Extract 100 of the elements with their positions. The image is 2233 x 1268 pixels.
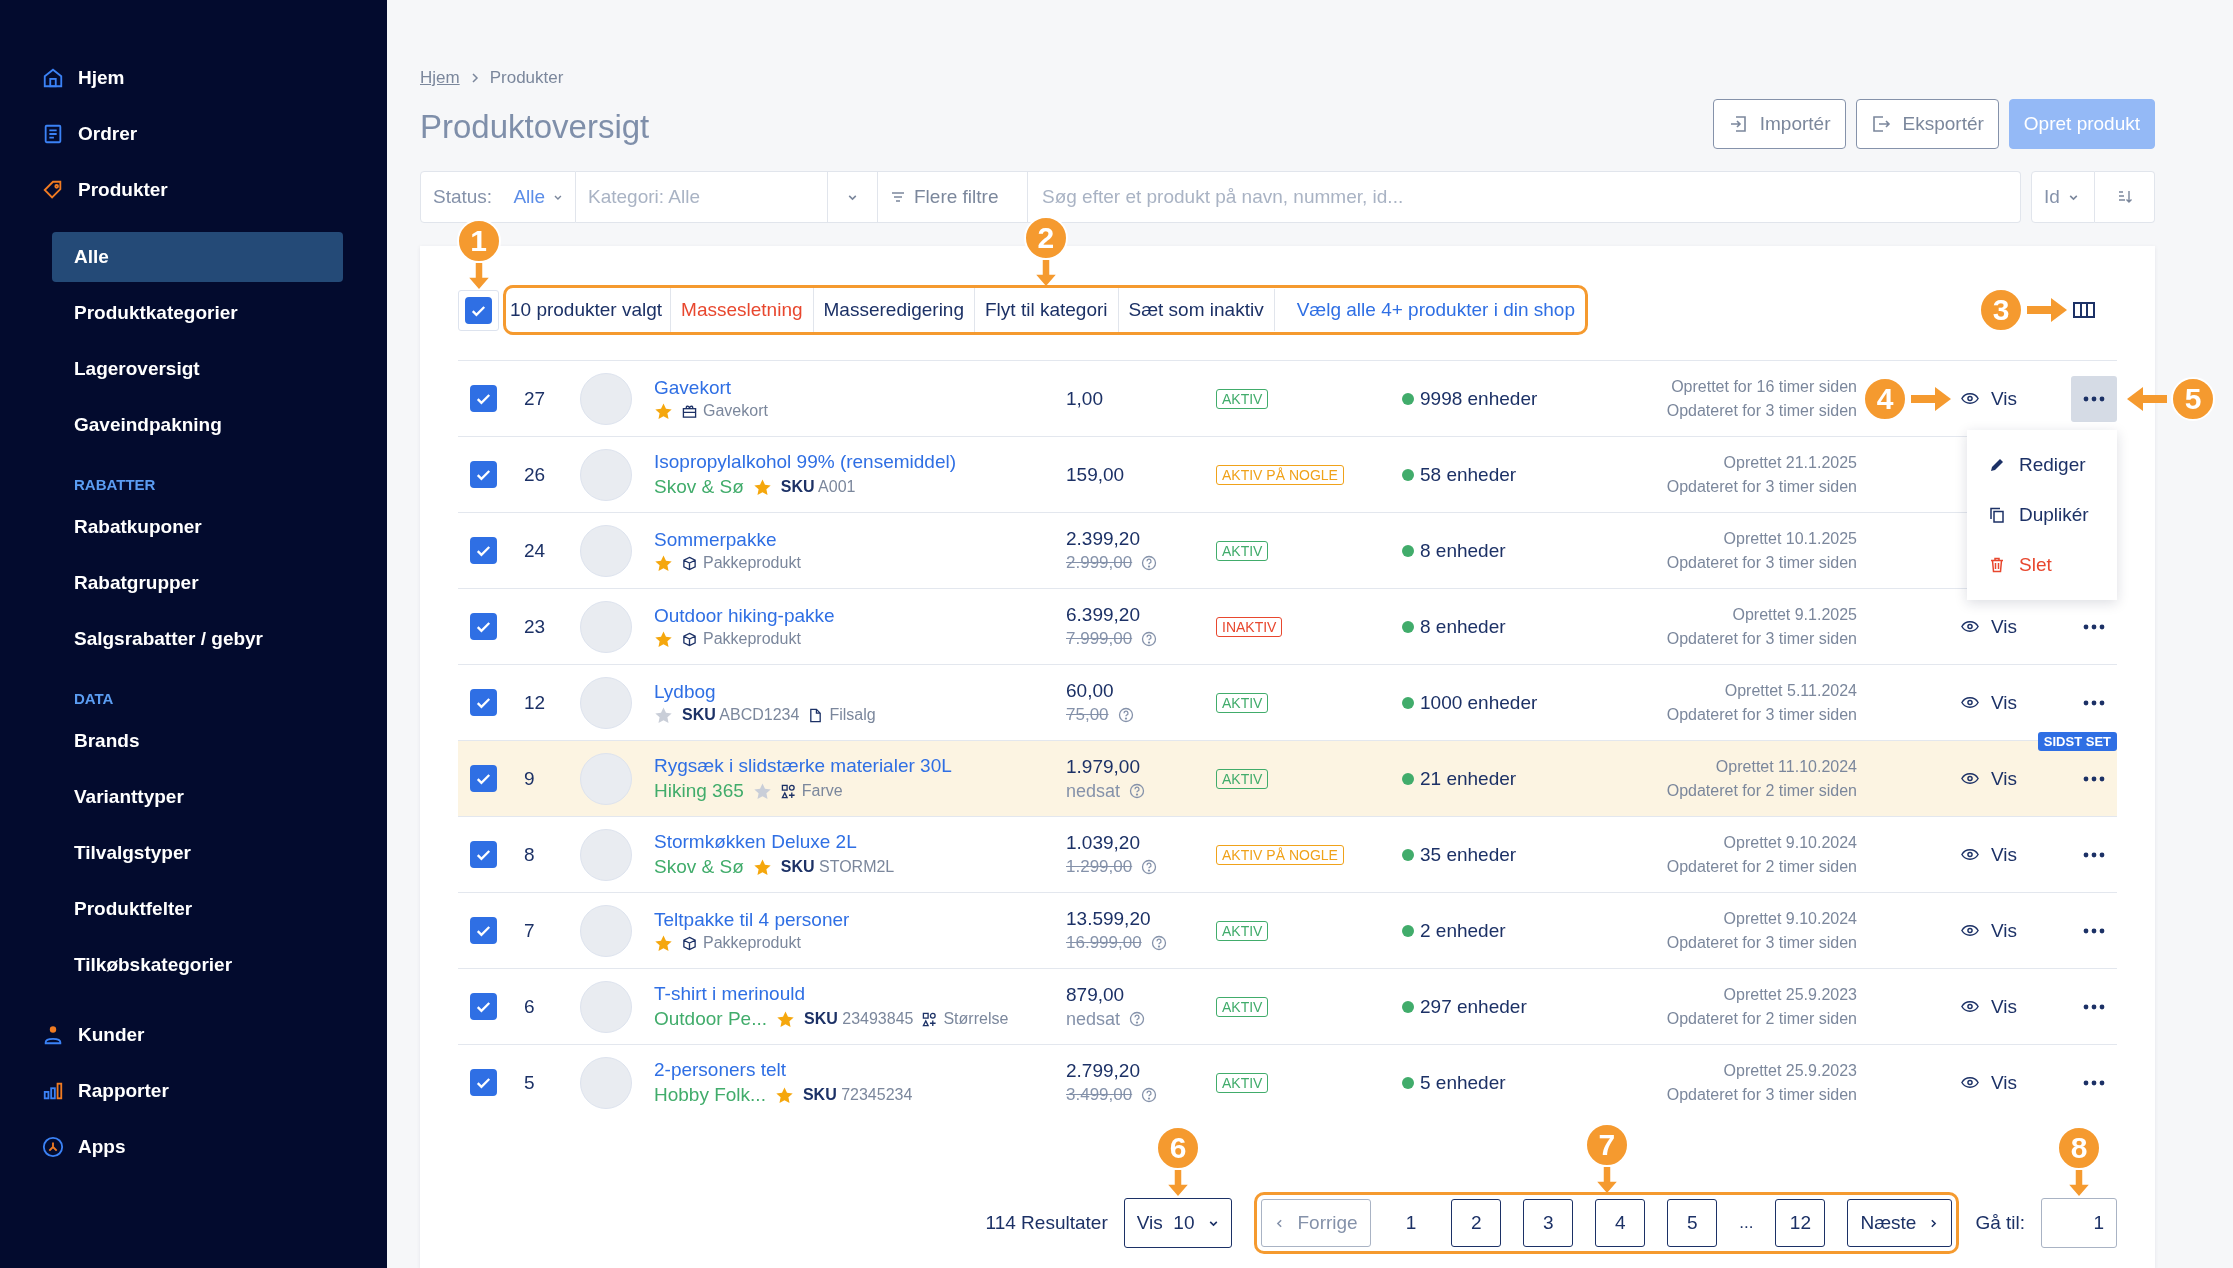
product-name-link[interactable]: Isopropylalkohol 99% (rensemiddel) xyxy=(654,451,1066,473)
nav-item[interactable]: Hjem xyxy=(0,50,387,106)
created-date: Oprettet 11.10.2024 xyxy=(1715,757,1857,776)
columns-icon[interactable] xyxy=(2073,302,2095,318)
product-name-link[interactable]: Teltpakke til 4 personer xyxy=(654,908,1066,931)
view-button[interactable]: Vis xyxy=(1957,1067,2022,1098)
view-button[interactable]: Vis xyxy=(1957,915,2022,946)
page-button[interactable]: 2 xyxy=(1451,1199,1502,1247)
nav-subitem[interactable]: Tilvalgstyper xyxy=(52,828,343,878)
row-checkbox[interactable] xyxy=(470,537,497,564)
select-all-link[interactable]: Vælg alle 4+ produkter i din shop xyxy=(1273,289,1583,331)
nav-subitem[interactable]: Rabatgrupper xyxy=(52,558,343,608)
nav-item[interactable]: Produkter xyxy=(0,162,387,218)
goto-page-field[interactable]: 1 xyxy=(2041,1198,2117,1248)
more-filters-button[interactable]: Flere filtre xyxy=(878,171,1028,223)
created-date: Oprettet 21.1.2025 xyxy=(1723,453,1857,472)
view-button[interactable]: Vis xyxy=(1957,687,2022,718)
star-icon[interactable] xyxy=(654,629,673,649)
row-checkbox[interactable] xyxy=(470,841,497,868)
row-checkbox[interactable] xyxy=(470,917,497,944)
page-button[interactable]: 1 xyxy=(1392,1199,1430,1247)
view-button[interactable]: Vis xyxy=(1957,383,2022,414)
product-name-link[interactable]: T-shirt i merinould xyxy=(654,983,1066,1005)
product-name-link[interactable]: Sommerpakke xyxy=(654,528,1066,551)
export-button[interactable]: Eksportér xyxy=(1855,99,1999,149)
sort-icon xyxy=(2116,189,2133,205)
page-title: Produktoversigt xyxy=(420,107,650,147)
view-button[interactable]: Vis xyxy=(1957,991,2022,1022)
star-icon[interactable] xyxy=(654,553,673,573)
product-name-link[interactable]: Lydbog xyxy=(654,680,1066,703)
menu-item[interactable]: Rediger xyxy=(1967,439,2117,490)
goto-label: Gå til: xyxy=(1975,1212,2025,1234)
product-name-link[interactable]: Rygsæk i slidstærke materialer 30L xyxy=(654,755,1066,777)
view-button[interactable]: Vis xyxy=(1957,763,2022,794)
star-icon[interactable] xyxy=(752,857,772,877)
nav-subitem[interactable]: Varianttyper xyxy=(52,772,343,822)
help-icon[interactable] xyxy=(1150,935,1167,951)
nav-subitem[interactable]: Salgsrabatter / gebyr xyxy=(52,614,343,664)
help-icon[interactable] xyxy=(1141,555,1158,571)
eye-icon xyxy=(1961,1000,1979,1013)
row-checkbox[interactable] xyxy=(470,613,497,640)
more-button[interactable] xyxy=(2071,375,2117,422)
price: 1.979,00 xyxy=(1066,755,1141,778)
page-button[interactable]: 3 xyxy=(1523,1199,1574,1247)
nav-heading: DATA xyxy=(73,688,115,709)
callout-number: 6 xyxy=(1156,1126,1201,1170)
nav-subitem[interactable]: Alle xyxy=(52,232,343,282)
view-button[interactable]: Vis xyxy=(1957,611,2022,642)
help-icon[interactable] xyxy=(1117,707,1134,723)
star-icon[interactable] xyxy=(654,705,673,725)
updated-date: Opdateret for 3 timer siden xyxy=(1666,1085,1857,1104)
nav-subitem[interactable]: Tilkøbskategorier xyxy=(52,940,343,990)
nav-item[interactable]: Apps xyxy=(0,1119,387,1175)
help-icon[interactable] xyxy=(1141,1087,1158,1103)
price: 2.399,20 xyxy=(1066,528,1141,550)
product-name-link[interactable]: 2-personers telt xyxy=(654,1059,1066,1081)
star-icon[interactable] xyxy=(752,477,772,497)
help-icon[interactable] xyxy=(1141,859,1158,875)
import-button[interactable]: Importér xyxy=(1712,99,1846,149)
product-id: 23 xyxy=(523,615,547,638)
page-button[interactable]: 12 xyxy=(1775,1199,1826,1247)
star-icon[interactable] xyxy=(654,933,673,953)
nav-subitem[interactable]: Produktkategorier xyxy=(52,288,343,338)
category-field[interactable]: Kategori: Alle xyxy=(576,171,828,223)
row-checkbox[interactable] xyxy=(470,689,497,716)
menu-item[interactable]: Duplikér xyxy=(1967,489,2117,540)
nav-item[interactable]: Rapporter xyxy=(0,1063,387,1119)
menu-item[interactable]: Slet xyxy=(1967,539,2117,590)
stock-dot xyxy=(1402,1000,1414,1013)
nav-subitem[interactable]: Brands xyxy=(52,716,343,766)
row-checkbox[interactable] xyxy=(470,993,497,1020)
help-icon[interactable] xyxy=(1129,1011,1146,1027)
help-icon[interactable] xyxy=(1129,783,1146,799)
row-checkbox[interactable] xyxy=(470,461,497,488)
product-name-link[interactable]: Gavekort xyxy=(654,376,1066,399)
nav-subitem[interactable]: Gaveindpakning xyxy=(52,400,343,450)
nav-subitem[interactable]: Rabatkuponer xyxy=(52,502,343,552)
page-button[interactable]: 4 xyxy=(1595,1199,1646,1247)
per-page-select[interactable]: Vis 10 xyxy=(1123,1198,1233,1248)
product-type: Størrelse xyxy=(943,1010,1009,1028)
row-checkbox[interactable] xyxy=(470,1069,497,1096)
nav-item[interactable]: Kunder xyxy=(0,1007,387,1063)
next-page-button[interactable]: Næste xyxy=(1847,1199,1953,1247)
nav-subitem[interactable]: Produktfelter xyxy=(52,884,343,934)
star-icon[interactable] xyxy=(774,1085,794,1105)
star-icon[interactable] xyxy=(654,401,673,421)
help-icon[interactable] xyxy=(1141,631,1158,647)
search-field[interactable]: Søg efter et produkt på navn, nummer, id... xyxy=(1028,171,2021,223)
nav-subitem[interactable]: Lageroversigt xyxy=(52,344,343,394)
row-checkbox[interactable] xyxy=(470,765,497,792)
select-all-checkbox[interactable] xyxy=(465,296,492,324)
page-button[interactable]: 5 xyxy=(1667,1199,1718,1247)
product-name-link[interactable]: Outdoor hiking-pakke xyxy=(654,604,1066,627)
row-checkbox[interactable] xyxy=(470,385,497,412)
product-name-link[interactable]: Stormkøkken Deluxe 2L xyxy=(654,831,1066,853)
view-button[interactable]: Vis xyxy=(1957,839,2022,870)
nav-item[interactable]: Ordrer xyxy=(0,106,387,162)
star-icon[interactable] xyxy=(776,1009,795,1029)
brand-name: Outdoor Pe... xyxy=(654,1008,767,1030)
star-icon[interactable] xyxy=(752,781,772,801)
